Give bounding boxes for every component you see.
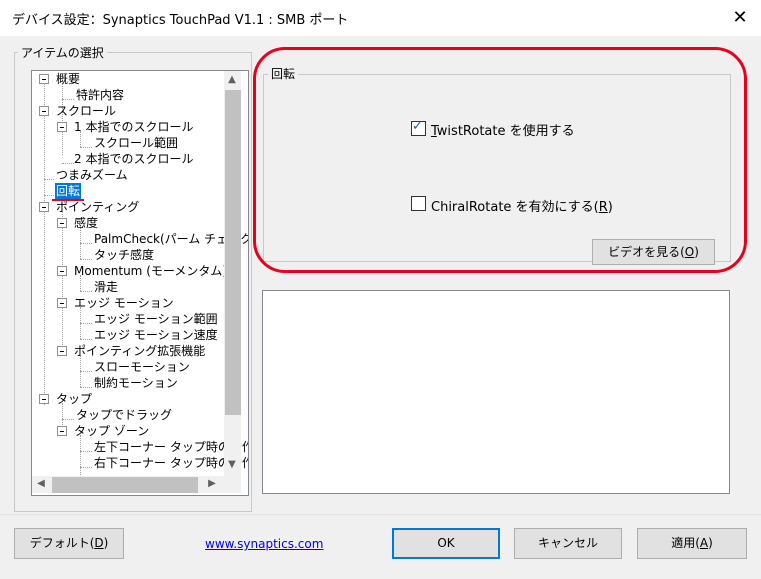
default-button[interactable]: デフォルト(D)	[14, 528, 124, 559]
apply-button-mnemonic: A	[699, 536, 709, 550]
video-button-suffix: )	[694, 245, 699, 259]
tree-item-pointing-extensions[interactable]: ポインティング拡張機能	[74, 343, 205, 359]
collapse-icon[interactable]	[57, 426, 67, 436]
default-button-text: デフォルト(	[29, 536, 95, 550]
default-button-suffix: )	[103, 536, 109, 550]
tree-item-two-finger-scroll[interactable]: 2 本指でのスクロール	[74, 151, 193, 167]
tree-item-pinch-zoom[interactable]: つまみズーム	[56, 167, 128, 183]
scroll-corner	[224, 476, 241, 493]
tree-item-glide[interactable]: 滑走	[94, 279, 118, 295]
synaptics-link[interactable]: www.synaptics.com	[205, 537, 323, 551]
title-bar: デバイス設定：Synaptics TouchPad V1.1 : SMB ポート…	[0, 0, 761, 36]
apply-button[interactable]: 適用(A)	[637, 528, 747, 559]
collapse-icon[interactable]	[39, 106, 49, 116]
collapse-icon[interactable]	[39, 202, 49, 212]
chiralrotate-checkbox[interactable]	[411, 196, 426, 211]
tree-item-overview[interactable]: 概要	[56, 71, 80, 87]
twistrotate-label[interactable]: TwistRotate を使用する	[431, 120, 575, 139]
twistrotate-checkbox[interactable]	[411, 119, 426, 136]
cancel-button[interactable]: キャンセル	[514, 528, 622, 559]
item-select-group-label: アイテムの選択	[18, 44, 107, 61]
scroll-right-icon[interactable]: ▶	[204, 476, 220, 492]
tree-item-momentum[interactable]: Momentum (モーメンタム)	[74, 263, 227, 279]
tree-item-rotate[interactable]: 回転	[55, 183, 82, 199]
video-button-mnemonic: O	[684, 245, 695, 259]
tree-vertical-scroll-thumb[interactable]	[225, 90, 241, 415]
scroll-left-icon[interactable]: ◀	[33, 476, 49, 492]
default-button-mnemonic: D	[94, 536, 104, 550]
apply-button-text: 適用(	[671, 536, 700, 550]
tree-item-sensitivity[interactable]: 感度	[74, 215, 98, 231]
video-preview-area	[262, 290, 730, 494]
collapse-icon[interactable]	[57, 298, 67, 308]
tree-item-pointing[interactable]: ポインティング	[56, 199, 139, 215]
chiralrotate-mnemonic: R	[598, 200, 608, 215]
tree-item-tap-to-drag[interactable]: タップでドラッグ	[76, 407, 172, 423]
tree-item-tap-zones[interactable]: タップ ゾーン	[74, 423, 149, 439]
collapse-icon[interactable]	[57, 122, 67, 132]
scroll-up-icon[interactable]: ▲	[224, 72, 240, 88]
chiralrotate-suffix: )	[607, 200, 613, 215]
apply-button-suffix: )	[708, 536, 713, 550]
chiralrotate-label[interactable]: ChiralRotate を有効にする(R)	[431, 196, 613, 215]
rotate-group	[263, 74, 731, 262]
settings-tree[interactable]: 概要 特許内容 スクロール 1 本指でのスクロール スクロール範囲 2 本指での…	[31, 70, 249, 496]
collapse-icon[interactable]	[57, 346, 67, 356]
tree-item-touch-sensitivity[interactable]: タッチ感度	[94, 247, 154, 263]
collapse-icon[interactable]	[57, 218, 67, 228]
collapse-icon[interactable]	[57, 266, 67, 276]
ok-button[interactable]: OK	[392, 528, 500, 559]
tree-item-edge-motion-speed[interactable]: エッジ モーション速度	[94, 327, 218, 343]
window-title: デバイス設定：Synaptics TouchPad V1.1 : SMB ポート	[12, 13, 349, 28]
watch-video-button[interactable]: ビデオを見る(O)	[592, 239, 715, 265]
twistrotate-text: wistRotate を使用する	[436, 124, 575, 139]
tree-horizontal-scroll-thumb[interactable]	[52, 477, 198, 493]
video-button-text: ビデオを見る(	[608, 245, 685, 259]
tree-item-constrained-motion[interactable]: 制約モーション	[94, 375, 178, 391]
footer-divider	[0, 514, 761, 515]
chiralrotate-text: ChiralRotate を有効にする(	[431, 200, 599, 215]
tree-item-edge-motion-range[interactable]: エッジ モーション範囲	[94, 311, 218, 327]
collapse-icon[interactable]	[39, 74, 49, 84]
tree-item-one-finger-scroll[interactable]: 1 本指でのスクロール	[74, 119, 193, 135]
tree-item-scroll-range[interactable]: スクロール範囲	[94, 135, 178, 151]
scroll-down-icon[interactable]: ▼	[224, 457, 240, 473]
tree-item-edge-motion[interactable]: エッジ モーション	[74, 295, 174, 311]
tree-item-patents[interactable]: 特許内容	[76, 87, 124, 103]
tree-item-scroll[interactable]: スクロール	[56, 103, 116, 119]
rotate-group-label: 回転	[268, 65, 299, 82]
close-icon[interactable]: ✕	[726, 4, 754, 32]
collapse-icon[interactable]	[39, 394, 49, 404]
tree-item-slow-motion[interactable]: スローモーション	[94, 359, 190, 375]
tree-item-tap[interactable]: タップ	[56, 391, 92, 407]
selection-underline-highlight	[52, 199, 84, 201]
